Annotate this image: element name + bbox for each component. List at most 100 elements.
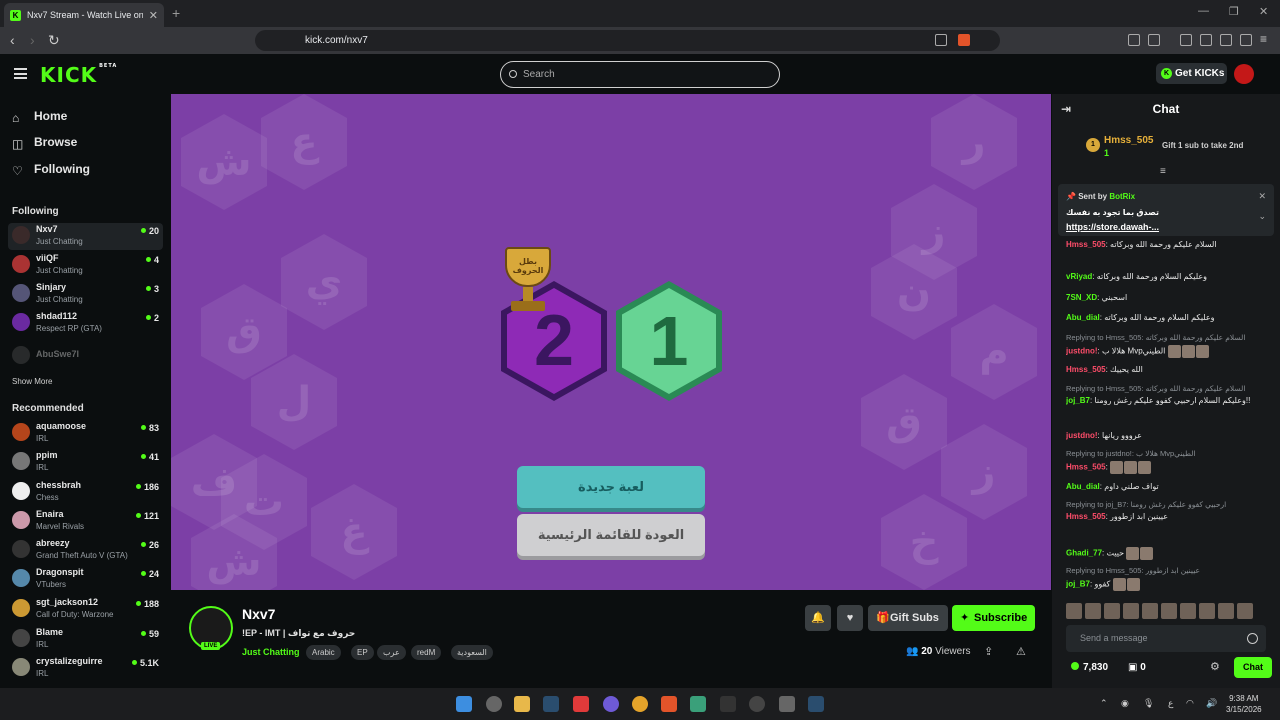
settings-icon[interactable] <box>486 696 502 712</box>
obs-icon[interactable] <box>749 696 765 712</box>
chat-message[interactable]: justdno!: هلالا ب Mvpالطيني <box>1066 345 1272 358</box>
chat-message[interactable]: Abu_dial: وعليكم السلام ورحمة الله وبركا… <box>1066 313 1272 322</box>
new-tab-button[interactable]: + <box>172 5 180 21</box>
microphone-icon[interactable]: 🎙 <box>1143 698 1154 709</box>
emote-button[interactable] <box>1085 603 1101 619</box>
chat-message[interactable]: joj_B7: وعليكم السلام ارحبيي كفوو عليكم … <box>1066 396 1272 405</box>
chat-input[interactable]: Send a message <box>1066 625 1266 652</box>
hamburger-menu-icon[interactable] <box>14 68 27 79</box>
app-icon[interactable] <box>690 696 706 712</box>
chat-message[interactable]: justdno!: عرووو ريانها <box>1066 431 1272 440</box>
close-window-button[interactable]: ✕ <box>1259 5 1268 18</box>
tag[interactable]: السعودية <box>451 645 493 660</box>
recommended-channel[interactable]: Dragonspit VTubers 24 <box>8 566 163 593</box>
following-channel[interactable]: viiQF Just Chatting 4 <box>8 252 163 279</box>
emote-button[interactable] <box>1142 603 1158 619</box>
chat-reply-context[interactable]: Replying to Hmss_505: السلام عليكم ورحمة… <box>1066 384 1272 393</box>
offline-channel[interactable]: AbuSwe7l <box>8 343 163 370</box>
browser-tab[interactable]: K Nxv7 Stream - Watch Live on Kick ✕ <box>4 3 164 27</box>
steam-icon[interactable] <box>808 696 824 712</box>
send-chat-button[interactable]: Chat <box>1234 657 1272 678</box>
recommended-channel[interactable]: sgt_jackson12 Call of Duty: Warzone 188 <box>8 596 163 623</box>
following-channel[interactable]: Sinjary Just Chatting 3 <box>8 281 163 308</box>
following-channel[interactable]: Nxv7 Just Chatting 20 <box>8 223 163 250</box>
tag[interactable]: EP <box>351 645 374 660</box>
taskbar-clock[interactable]: 9:38 AM 3/15/2026 <box>1226 693 1262 715</box>
url-field[interactable]: kick.com/nxv7 <box>255 30 1000 51</box>
emote-button[interactable] <box>1066 603 1082 619</box>
tray-app-icon[interactable]: ◉ <box>1121 698 1129 709</box>
chat-message[interactable]: Abu_dial: تواف صلني داوم <box>1066 482 1272 491</box>
emote-button[interactable] <box>1104 603 1120 619</box>
get-kicks-button[interactable]: K Get KICKs <box>1156 63 1227 84</box>
filter-icon[interactable]: ≡ <box>1160 166 1166 177</box>
recommended-channel[interactable]: crystalizeguirre IRL 5.1K <box>8 655 163 682</box>
tag[interactable]: Arabic <box>306 645 341 660</box>
back-arrow-icon[interactable]: ‹ <box>10 32 15 48</box>
gift-leaderboard[interactable]: 1 Hmss_505 1 Gift 1 sub to take 2nd <box>1052 124 1280 166</box>
chat-username[interactable]: Hmss_505 <box>1066 240 1106 249</box>
subscribe-button[interactable]: ✦ Subscribe <box>952 605 1035 631</box>
emote-button[interactable] <box>1123 603 1139 619</box>
app-icon[interactable] <box>779 696 795 712</box>
reader-icon[interactable] <box>1148 34 1160 46</box>
emote-button[interactable] <box>1161 603 1177 619</box>
emote-button[interactable] <box>1180 603 1196 619</box>
chrome-icon[interactable] <box>632 696 648 712</box>
maximize-button[interactable]: ❐ <box>1229 5 1239 18</box>
capcut-icon[interactable] <box>720 696 736 712</box>
chat-reply-context[interactable]: Replying to justdno!: هلالا ب Mvpالطيني <box>1066 449 1272 458</box>
wifi-icon[interactable]: ◠ <box>1186 698 1194 709</box>
notification-bell-icon[interactable]: 🔔 <box>805 605 831 631</box>
tag[interactable]: redM <box>411 645 442 660</box>
file-explorer-icon[interactable] <box>514 696 530 712</box>
follow-heart-icon[interactable]: ♥ <box>837 605 863 631</box>
chat-username[interactable]: 7SN_XD <box>1066 293 1097 302</box>
emote-button[interactable] <box>1199 603 1215 619</box>
chat-username[interactable]: vRiyad <box>1066 272 1092 281</box>
chevron-down-icon[interactable]: ⌄ <box>1258 211 1266 222</box>
recommended-channel[interactable]: ppim IRL 41 <box>8 449 163 476</box>
unpin-icon[interactable]: ✕ <box>1258 191 1266 202</box>
emoji-picker-icon[interactable] <box>1247 633 1258 644</box>
adobe-icon[interactable] <box>573 696 589 712</box>
recommended-channel[interactable]: chessbrah Chess 186 <box>8 479 163 506</box>
share-icon[interactable] <box>935 34 947 46</box>
leo-icon[interactable] <box>1220 34 1232 46</box>
video-player[interactable]: ش ع ق ي ل ف ت غ ش ر ز ن م ق ز خ 2 1 بطل … <box>171 94 1051 590</box>
following-channel[interactable]: shdad112 Respect RP (GTA) 2 <box>8 310 163 337</box>
chat-username[interactable]: Hmss_505 <box>1066 365 1106 374</box>
tag[interactable]: عرب <box>377 645 406 660</box>
kicks-balance[interactable]: 7,830 <box>1071 662 1108 673</box>
chat-message[interactable]: vRiyad: وعليكم السلام ورحمة الله وبركاته <box>1066 272 1272 281</box>
chat-settings-gear-icon[interactable]: ⚙ <box>1210 660 1220 673</box>
recommended-channel[interactable]: Enaira Marvel Rivals 121 <box>8 508 163 535</box>
chat-username[interactable]: joj_B7 <box>1066 396 1090 405</box>
recommended-channel[interactable]: Blame IRL 59 <box>8 626 163 653</box>
chat-message[interactable]: joj_B7: كفوو <box>1066 578 1272 591</box>
messenger-icon[interactable] <box>603 696 619 712</box>
chat-username[interactable]: Ghadi_77 <box>1066 549 1102 558</box>
gift-subs-button[interactable]: 🎁 Gift Subs <box>868 605 948 631</box>
user-avatar[interactable] <box>1234 64 1254 84</box>
chat-reply-context[interactable]: Replying to joj_B7: ارحبيي كفوو عليكم رغ… <box>1066 500 1272 509</box>
extensions-icon[interactable] <box>1128 34 1140 46</box>
chat-reply-context[interactable]: Replying to Hmss_505: عيينين ابد ازطوور <box>1066 566 1272 575</box>
streamer-name[interactable]: Nxv7 <box>242 606 275 622</box>
show-more-link[interactable]: Show More <box>12 377 52 386</box>
collapse-chat-icon[interactable]: ⇥ <box>1061 94 1071 124</box>
chat-message[interactable]: Hmss_505: الله يحييك <box>1066 365 1272 374</box>
chat-message[interactable]: Ghadi_77: حييت <box>1066 547 1272 560</box>
kick-logo[interactable]: KICK BETA <box>40 63 117 87</box>
report-icon[interactable]: ⚠ <box>1016 645 1026 658</box>
steam-icon[interactable] <box>543 696 559 712</box>
sidebar-item-following[interactable]: ♡ Following <box>12 160 90 178</box>
tab-close-icon[interactable]: ✕ <box>149 9 158 22</box>
chat-username[interactable]: Hmss_505 <box>1066 463 1106 472</box>
pinned-link[interactable]: https://store.dawah-... <box>1066 222 1159 232</box>
forward-arrow-icon[interactable]: › <box>30 32 35 48</box>
brave-shield-icon[interactable] <box>958 34 970 46</box>
chat-message[interactable]: Hmss_505: عيينين ابد ازطوور <box>1066 512 1272 521</box>
start-icon[interactable] <box>456 696 472 712</box>
chat-username[interactable]: justdno! <box>1066 431 1098 440</box>
